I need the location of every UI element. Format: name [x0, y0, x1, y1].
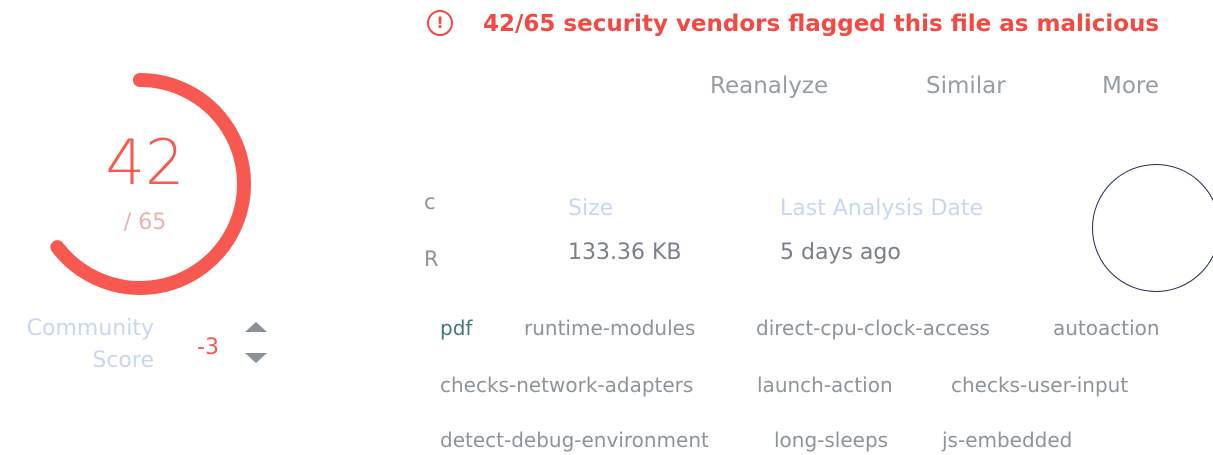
community-score-label: Community Score: [26, 316, 154, 373]
tag-runtime-modules[interactable]: runtime-modules: [524, 313, 695, 343]
more-button[interactable]: More: [1102, 68, 1159, 104]
last-analysis-date-label: Last Analysis Date: [780, 196, 984, 221]
size-label: Size: [568, 196, 614, 221]
tag-direct-cpu-clock-access[interactable]: direct-cpu-clock-access: [756, 313, 990, 343]
exclamation-circle-icon: !: [427, 10, 453, 36]
file-hash-line-2: R: [424, 247, 439, 271]
upvote-arrow-icon[interactable]: [245, 322, 267, 332]
tag-autoaction[interactable]: autoaction: [1053, 313, 1160, 343]
similar-button[interactable]: Similar: [926, 68, 1006, 104]
tag-js-embedded[interactable]: js-embedded: [942, 425, 1072, 455]
tag-checks-network-adapters[interactable]: checks-network-adapters: [440, 370, 693, 400]
last-analysis-date-value: 5 days ago: [780, 240, 901, 265]
malicious-alert-text: 42/65 security vendors flagged this file…: [483, 11, 1160, 37]
detection-count: 42: [105, 126, 185, 199]
detection-total: / 65: [123, 210, 167, 235]
tag-pdf[interactable]: pdf: [440, 313, 472, 343]
downvote-arrow-icon[interactable]: [245, 353, 267, 363]
tag-checks-user-input[interactable]: checks-user-input: [951, 370, 1128, 400]
size-value: 133.36 KB: [568, 240, 682, 265]
reanalyze-button[interactable]: Reanalyze: [710, 68, 828, 104]
file-type-circle-icon: [1092, 164, 1213, 292]
community-score-value: -3: [197, 335, 219, 360]
tag-long-sleeps[interactable]: long-sleeps: [774, 425, 888, 455]
tag-launch-action[interactable]: launch-action: [757, 370, 893, 400]
file-hash-line-1: c: [424, 190, 436, 214]
tag-detect-debug-environment[interactable]: detect-debug-environment: [440, 425, 709, 455]
